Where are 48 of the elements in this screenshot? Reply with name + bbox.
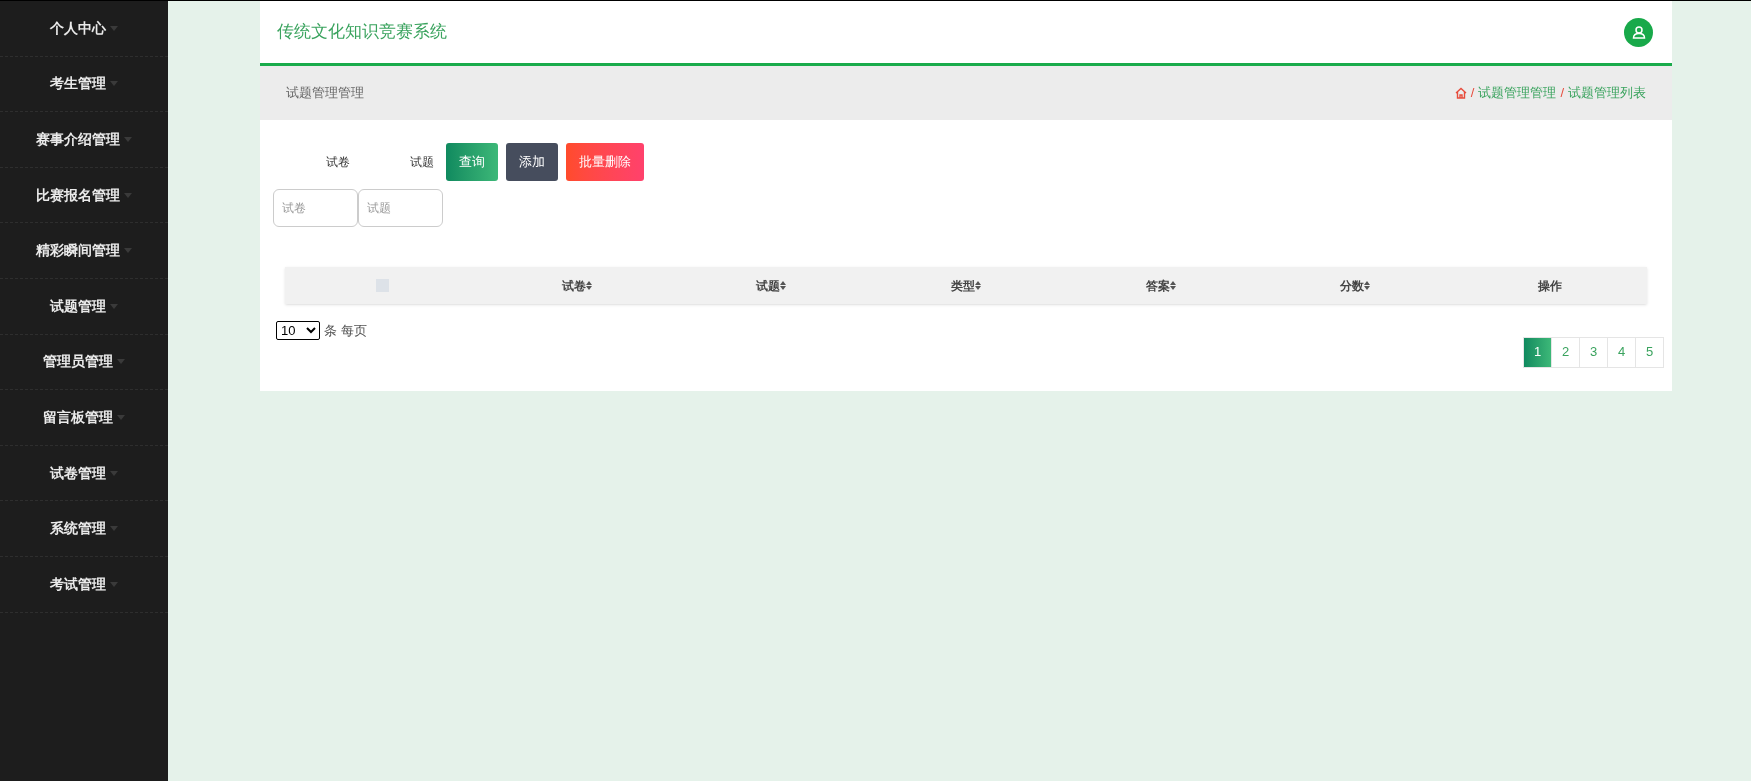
sidebar-item[interactable]: 留言板管理 [43,406,125,428]
sidebar-item[interactable]: 比赛报名管理 [36,184,132,206]
column-header[interactable]: 类型 [951,276,981,295]
user-icon [1631,25,1646,39]
page-size-label: 条 每页 [324,322,367,340]
column-header: 操作 [1537,277,1562,295]
column-header[interactable]: 分数 [1340,276,1371,295]
column-header[interactable]: 答案 [1145,276,1176,295]
caret-icon [110,303,118,309]
sidebar-item[interactable]: 管理员管理 [43,351,125,373]
filter-label: 试卷 [326,154,350,171]
sidebar-item[interactable]: 精彩瞬间管理 [36,240,132,262]
caret-icon [117,359,125,365]
page-title: 试题管理管理 [286,84,364,103]
sort-icon[interactable] [1364,281,1371,290]
add-button[interactable]: 添加 [506,143,558,181]
column-header[interactable]: 试题 [756,276,787,295]
search-field[interactable]: 试卷 [273,189,358,227]
query-button[interactable]: 查询 [446,143,498,181]
sidebar-item[interactable]: 试题管理 [50,295,118,317]
sort-icon[interactable] [1169,281,1176,290]
caret-icon [124,248,132,254]
page-size-select[interactable]: 10 [276,321,320,341]
filter-label: 试题 [410,154,434,171]
caret-icon [110,81,118,87]
user-avatar[interactable] [1624,17,1653,47]
sidebar-item[interactable]: 考生管理 [50,73,118,95]
caret-icon [110,25,118,31]
search-field[interactable]: 试题 [358,189,443,227]
breadcrumb-separator: / [1470,84,1475,103]
sidebar-item[interactable]: 赛事介绍管理 [36,129,132,150]
caret-icon [110,581,118,587]
sidebar-item[interactable]: 考试管理 [50,573,118,595]
sidebar-item[interactable]: 试卷管理 [50,462,118,484]
caret-icon [117,414,125,420]
column-header[interactable]: 试卷 [561,276,592,295]
caret-icon [124,137,132,142]
sort-icon[interactable] [585,281,592,290]
caret-icon [110,470,118,476]
caret-icon [110,526,118,532]
sort-icon[interactable] [780,281,787,290]
sidebar-item[interactable]: 个人中心 [50,17,118,39]
breadcrumb-separator: / [1560,84,1564,103]
home-icon[interactable] [1454,87,1467,99]
caret-icon [124,192,132,198]
app-title: 传统文化知识竞赛系统 [277,21,447,44]
sort-icon[interactable] [975,281,981,290]
sidebar-item[interactable]: 系统管理 [50,518,118,540]
